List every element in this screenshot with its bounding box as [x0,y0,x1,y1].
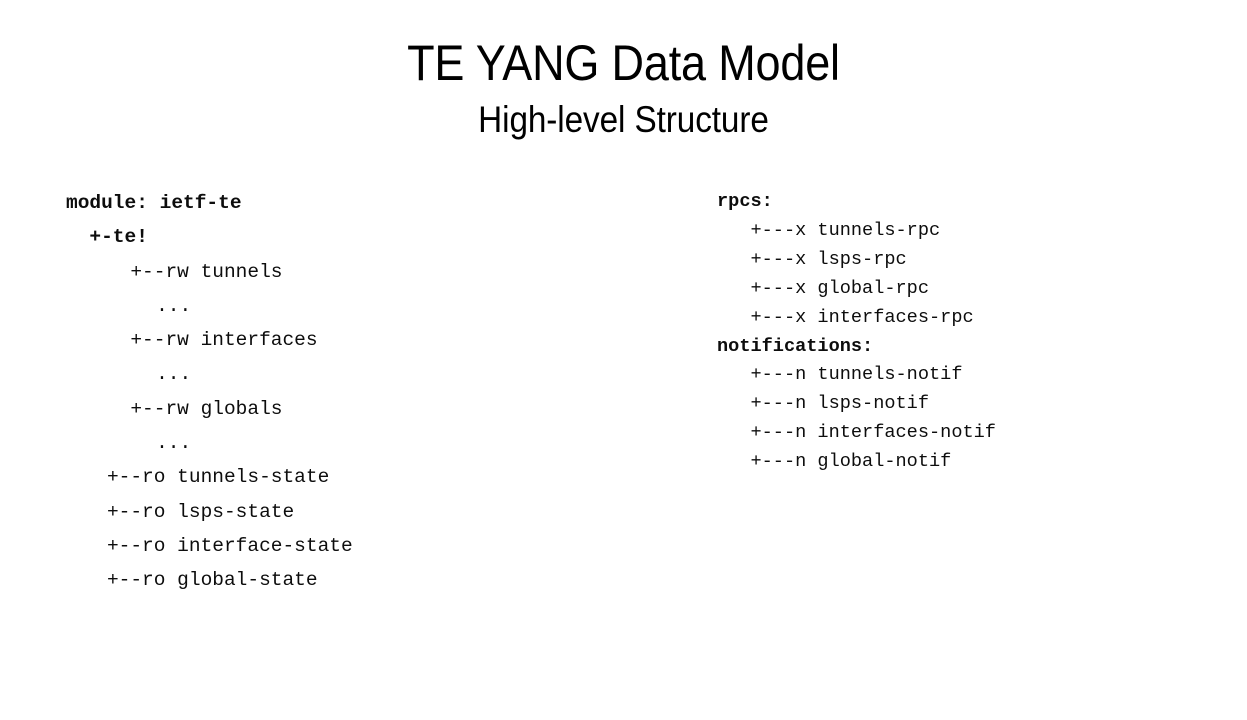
tree-line-text: +---x tunnels-rpc [750,219,941,241]
tree-line-text: +--ro global-state [106,569,318,592]
slide-header: TE YANG Data Model High-level Structure [0,0,1247,142]
tree-line-text: +---n tunnels-notif [750,364,963,386]
tree-line-text: +---x interfaces-rpc [750,306,974,328]
tree-node-interfaces: +--rw interfaces [66,323,666,357]
tree-node-tunnels-state: +--ro tunnels-state [66,460,666,494]
notif-node-tunnels-notif: +---n tunnels-notif [717,361,1237,390]
tree-line-text: module: ietf-te [66,192,242,214]
tree-line-text: +--ro lsps-state [106,500,295,523]
tree-node-lsps-state: +--ro lsps-state [66,495,666,529]
tree-line-text: +--ro interface-state [106,534,353,557]
page-title: TE YANG Data Model [407,35,840,91]
rpc-node-lsps-rpc: +---x lsps-rpc [717,246,1237,275]
tree-ellipsis-interfaces: ... [66,357,666,391]
tree-line-text: ... [156,432,192,455]
tree-line-text: ... [156,363,192,386]
rpcs-heading: rpcs: [717,188,1237,217]
tree-node-global-state: +--ro global-state [66,563,666,597]
tree-node-tunnels: +--rw tunnels [66,255,666,289]
page-subtitle: High-level Structure [478,99,769,140]
tree-node-globals: +--rw globals [66,392,666,426]
notif-node-interfaces-notif: +---n interfaces-notif [717,419,1237,448]
rpc-node-global-rpc: +---x global-rpc [717,275,1237,304]
tree-line-text: +---n interfaces-notif [750,422,996,444]
tree-line-text: ... [156,294,192,317]
tree-ellipsis-globals: ... [66,426,666,460]
tree-line-text: +--rw interfaces [130,329,318,352]
module-declaration: module: ietf-te [66,186,666,220]
tree-line-text: +--ro tunnels-state [106,466,330,489]
tree-node-interface-state: +--ro interface-state [66,529,666,563]
tree-line-text: +-te! [89,226,148,249]
tree-line-text: +---x lsps-rpc [750,248,907,270]
tree-line-text: +---n global-notif [750,451,952,473]
tree-line-text: +--rw globals [130,397,283,420]
rpcs-notifications-tree-column: rpcs: +---x tunnels-rpc +---x lsps-rpc +---… [717,188,1237,477]
tree-line-text: rpcs: [717,191,773,212]
notif-node-lsps-notif: +---n lsps-notif [717,390,1237,419]
notif-node-global-notif: +---n global-notif [717,448,1237,477]
tree-node-te: +-te! [66,220,666,254]
tree-line-text: +---n lsps-notif [750,393,929,415]
tree-line-text: +--rw tunnels [130,260,283,283]
tree-line-text: +---x global-rpc [750,277,929,299]
module-tree-column: module: ietf-te +-te! +--rw tunnels... +--r… [66,186,666,598]
notifications-heading: notifications: [717,333,1237,362]
tree-line-text: notifications: [717,335,874,357]
rpc-node-tunnels-rpc: +---x tunnels-rpc [717,217,1237,246]
tree-ellipsis-tunnels: ... [66,289,666,323]
rpc-node-interfaces-rpc: +---x interfaces-rpc [717,304,1237,333]
